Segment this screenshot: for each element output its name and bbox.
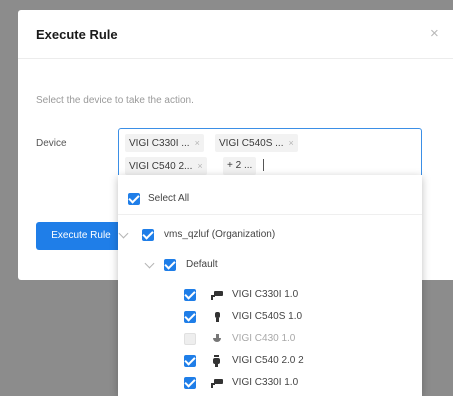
- bullet-camera-icon: [211, 291, 223, 300]
- chevron-down-icon[interactable]: [144, 258, 155, 269]
- tag-remove-icon[interactable]: ×: [197, 161, 202, 171]
- group-checkbox[interactable]: [164, 259, 176, 271]
- chevron-down-icon[interactable]: [118, 228, 129, 239]
- device-dropdown: Select All vms_qzluf (Organization) Defa…: [118, 175, 422, 396]
- tree-node-group[interactable]: Default: [118, 255, 422, 275]
- tree-node-device[interactable]: VIGI C330I 1.0: [118, 285, 422, 305]
- device-tag-label: VIGI C330I ...: [129, 138, 190, 149]
- tag-remove-icon[interactable]: ×: [195, 138, 200, 148]
- divider: [118, 214, 422, 215]
- text-cursor: [263, 159, 264, 171]
- device-checkbox[interactable]: [184, 289, 196, 301]
- device-checkbox[interactable]: [184, 377, 196, 389]
- tree-node-device[interactable]: VIGI C540S 1.0: [118, 307, 422, 327]
- tree-node-device[interactable]: VIGI C540 2.0 2: [118, 351, 422, 371]
- select-all-option[interactable]: Select All: [118, 189, 422, 209]
- execute-rule-button[interactable]: Execute Rule: [36, 222, 126, 250]
- tree-node-device[interactable]: VIGI C430 1.0: [118, 329, 422, 349]
- ptz-camera-icon: [213, 355, 220, 367]
- organization-checkbox[interactable]: [142, 229, 154, 241]
- select-all-checkbox[interactable]: [128, 193, 140, 205]
- tree-node-organization[interactable]: vms_qzluf (Organization): [118, 225, 422, 245]
- device-label: Device: [36, 138, 67, 149]
- device-name: VIGI C330I 1.0: [232, 377, 299, 388]
- device-tag: VIGI C540 2... ×: [125, 157, 207, 175]
- turret-camera-icon: [215, 312, 220, 322]
- device-name: VIGI C330I 1.0: [232, 289, 299, 300]
- device-name: VIGI C540S 1.0: [232, 311, 303, 322]
- bullet-camera-icon: [211, 379, 223, 388]
- group-label: Default: [186, 259, 218, 270]
- device-checkbox[interactable]: [184, 333, 196, 345]
- device-tag-label: VIGI C540 2...: [129, 161, 193, 172]
- modal-header: Execute Rule ×: [18, 10, 453, 59]
- device-multiselect[interactable]: VIGI C330I ... × VIGI C540S ... × VIGI C54…: [118, 128, 422, 182]
- device-checkbox[interactable]: [184, 311, 196, 323]
- tag-remove-icon[interactable]: ×: [288, 138, 293, 148]
- device-name: VIGI C430 1.0: [232, 333, 296, 344]
- organization-label: vms_qzluf (Organization): [164, 229, 276, 240]
- device-tag: VIGI C540S ... ×: [215, 134, 298, 152]
- device-checkbox[interactable]: [184, 355, 196, 367]
- modal-title: Execute Rule: [36, 27, 118, 42]
- device-tag-label: VIGI C540S ...: [219, 138, 284, 149]
- device-tag: VIGI C330I ... ×: [125, 134, 204, 152]
- close-icon[interactable]: ×: [430, 26, 439, 41]
- select-all-label: Select All: [148, 193, 190, 204]
- more-tags-badge[interactable]: + 2 ...: [223, 157, 257, 175]
- dome-camera-icon: [213, 334, 221, 342]
- modal-description: Select the device to take the action.: [36, 95, 194, 106]
- tree-node-device[interactable]: VIGI C330I 1.0: [118, 373, 422, 393]
- device-name: VIGI C540 2.0 2: [232, 355, 304, 366]
